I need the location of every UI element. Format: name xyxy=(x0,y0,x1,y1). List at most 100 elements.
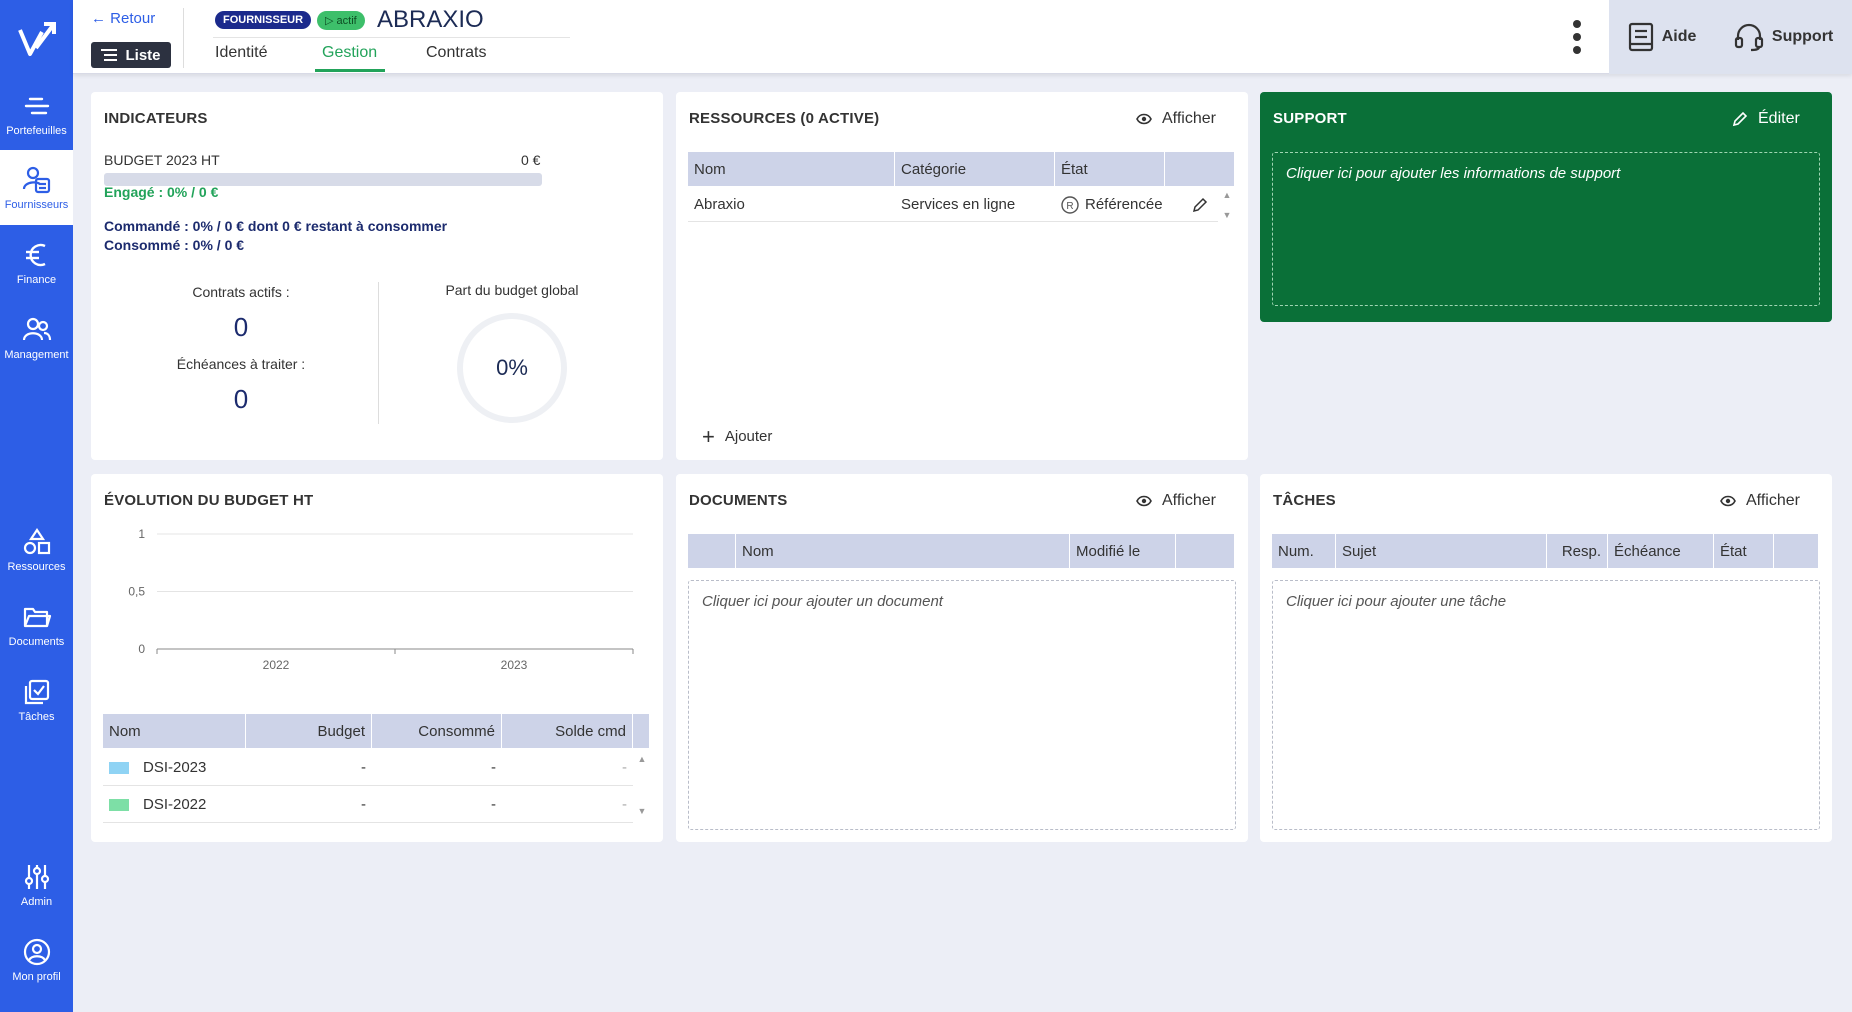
balance-value: - xyxy=(622,796,627,813)
euro-icon xyxy=(25,243,46,266)
budget-evolution-chart: 1 0,5 0 2022 2023 xyxy=(128,527,634,672)
sidebar-item-label: Tâches xyxy=(18,710,55,723)
documents-drop-area[interactable]: Cliquer ici pour ajouter un document xyxy=(688,580,1236,830)
profile-icon xyxy=(23,938,50,965)
tab-contrats[interactable]: Contrats xyxy=(426,44,486,62)
app-logo[interactable] xyxy=(0,0,73,76)
sidebar-item-fournisseurs[interactable]: Fournisseurs xyxy=(0,150,73,225)
col-num[interactable]: Num. xyxy=(1272,534,1336,568)
col-nom[interactable]: Nom xyxy=(103,714,246,748)
budget-name-label: DSI-2023 xyxy=(143,759,207,776)
scrollbar[interactable]: ▲ ▼ xyxy=(1220,190,1234,220)
eye-icon xyxy=(1136,495,1152,507)
active-contracts-label: Contrats actifs : xyxy=(192,284,290,300)
col-modifie-le[interactable]: Modifié le xyxy=(1070,534,1176,568)
col-consomme[interactable]: Consommé xyxy=(372,714,502,748)
registered-icon: R xyxy=(1061,195,1079,214)
sidebar: Portefeuilles Fournisseurs Finance Manag… xyxy=(0,0,73,1012)
show-resources-button[interactable]: Afficher xyxy=(1136,110,1216,128)
col-resp[interactable]: Resp. xyxy=(1547,534,1608,568)
sidebar-item-portefeuilles[interactable]: Portefeuilles xyxy=(0,76,73,151)
sidebar-item-finance[interactable]: Finance xyxy=(0,225,73,300)
col-solde-cmd[interactable]: Solde cmd xyxy=(502,714,633,748)
divider xyxy=(378,282,379,424)
resources-card: RESSOURCES (0 ACTIVE) Afficher Nom Catég… xyxy=(676,92,1248,460)
series-swatch xyxy=(109,798,129,811)
tab-identite[interactable]: Identité xyxy=(215,44,267,62)
y-tick-label: 0,5 xyxy=(128,585,145,599)
support-info-area[interactable]: Cliquer ici pour ajouter les information… xyxy=(1272,152,1820,306)
more-options-button[interactable] xyxy=(1572,20,1582,54)
list-label: Liste xyxy=(125,46,161,64)
col-etat[interactable]: État xyxy=(1714,534,1774,568)
sidebar-item-label: Admin xyxy=(20,895,53,908)
sidebar-item-ressources[interactable]: Ressources xyxy=(0,512,73,587)
sidebar-item-management[interactable]: Management xyxy=(0,300,73,375)
documents-placeholder: Cliquer ici pour ajouter un document xyxy=(702,593,943,610)
resource-category: Services en ligne xyxy=(901,196,1016,213)
budget-share-value: 0% xyxy=(496,355,528,380)
consumed-value: Consommé : 0% / 0 € xyxy=(104,237,245,253)
sidebar-item-taches[interactable]: Tâches xyxy=(0,662,73,737)
budget-label: BUDGET 2023 HT xyxy=(104,152,220,168)
add-resource-button[interactable]: + Ajouter xyxy=(702,423,773,449)
edit-support-button[interactable]: Éditer xyxy=(1732,110,1800,128)
budget-value: 0 € xyxy=(521,152,541,168)
sidebar-item-label: Documents xyxy=(8,635,65,648)
table-row[interactable]: DSI-2022 - - - xyxy=(103,787,633,823)
book-icon xyxy=(1628,22,1653,52)
budget-share-gauge: 0% xyxy=(457,313,567,423)
scrollbar[interactable]: ▲ ▼ xyxy=(635,754,649,816)
active-contracts-value: 0 xyxy=(233,312,249,342)
logo-icon xyxy=(17,22,56,56)
sidebar-item-label: Fournisseurs xyxy=(4,198,69,211)
list-button[interactable]: Liste xyxy=(91,42,171,68)
edit-resource-button[interactable] xyxy=(1182,188,1218,221)
budget-value: - xyxy=(361,796,366,813)
sidebar-item-documents[interactable]: Documents xyxy=(0,587,73,662)
sidebar-item-label: Management xyxy=(4,348,69,361)
documents-card: DOCUMENTS Afficher Nom Modifié le Clique… xyxy=(676,474,1248,842)
col-nom[interactable]: Nom xyxy=(688,152,895,186)
tasks-table-header: Num. Sujet Resp. Échéance État xyxy=(1272,534,1818,568)
top-bar: ← Retour Liste FOURNISSEUR ▷ actif ABRAX… xyxy=(73,0,1852,74)
resource-status-label: Référencée xyxy=(1085,196,1163,213)
engaged-value: Engagé : 0% / 0 € xyxy=(104,184,219,200)
tasks-icon xyxy=(24,679,49,704)
tabs-divider xyxy=(213,37,570,38)
tasks-drop-area[interactable]: Cliquer ici pour ajouter une tâche xyxy=(1272,580,1820,830)
active-tab-indicator xyxy=(315,69,385,72)
col-sujet[interactable]: Sujet xyxy=(1336,534,1547,568)
show-documents-button[interactable]: Afficher xyxy=(1136,492,1216,510)
resource-status: R Référencée xyxy=(1055,188,1182,221)
card-title: INDICATEURS xyxy=(104,110,208,127)
sidebar-item-mon-profil[interactable]: Mon profil xyxy=(0,922,73,997)
add-label: Ajouter xyxy=(724,428,773,445)
show-label: Afficher xyxy=(1162,110,1216,127)
col-categorie[interactable]: Catégorie xyxy=(895,152,1055,186)
sidebar-item-label: Mon profil xyxy=(12,970,61,983)
col-etat[interactable]: État xyxy=(1055,152,1165,186)
tab-gestion[interactable]: Gestion xyxy=(322,44,377,62)
supplier-type-badge: FOURNISSEUR xyxy=(215,11,312,29)
card-title: TÂCHES xyxy=(1273,492,1336,509)
sidebar-item-admin[interactable]: Admin xyxy=(0,847,73,922)
shapes-icon xyxy=(23,527,50,554)
show-tasks-button[interactable]: Afficher xyxy=(1720,492,1800,510)
col-budget[interactable]: Budget xyxy=(246,714,372,748)
table-row[interactable]: DSI-2023 - - - xyxy=(103,750,633,786)
table-row[interactable]: Abraxio Services en ligne R Référencée xyxy=(688,188,1218,222)
support-button[interactable]: Support xyxy=(1734,22,1833,52)
help-button[interactable]: Aide xyxy=(1628,22,1696,52)
y-tick-label: 0 xyxy=(138,642,145,656)
budget-evolution-card: ÉVOLUTION DU BUDGET HT 1 0,5 0 2022 2023 Nom… xyxy=(91,474,663,842)
tasks-placeholder: Cliquer ici pour ajouter une tâche xyxy=(1286,593,1507,610)
back-link[interactable]: ← Retour xyxy=(91,10,155,27)
col-nom[interactable]: Nom xyxy=(736,534,1070,568)
col-echeance[interactable]: Échéance xyxy=(1608,534,1714,568)
plus-icon: + xyxy=(702,423,715,449)
card-title: DOCUMENTS xyxy=(689,492,788,509)
divider xyxy=(183,8,184,68)
support-placeholder: Cliquer ici pour ajouter les information… xyxy=(1286,165,1621,182)
ordered-value: Commandé : 0% / 0 € dont 0 € restant à c… xyxy=(104,218,448,234)
